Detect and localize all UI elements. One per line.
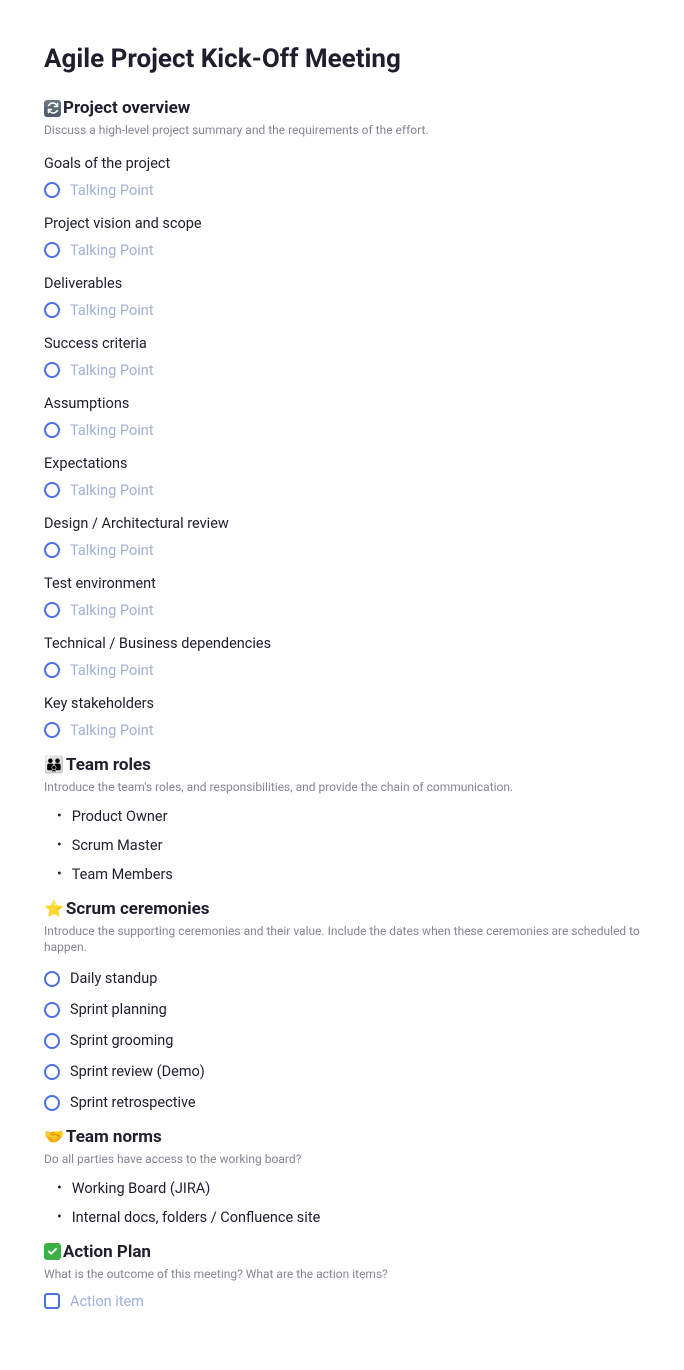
- list-item: Product Owner: [44, 808, 640, 825]
- overview-subheading: Success criteria: [44, 335, 640, 352]
- section-team-norms-desc: Do all parties have access to the workin…: [44, 1151, 640, 1168]
- radio-icon[interactable]: [44, 182, 60, 198]
- checkbox-icon[interactable]: [44, 1293, 60, 1309]
- star-icon: ⭐: [44, 901, 64, 917]
- overview-subheading: Goals of the project: [44, 155, 640, 172]
- section-ceremonies-header: ⭐ Scrum ceremonies: [44, 899, 640, 919]
- overview-subheading: Technical / Business dependencies: [44, 635, 640, 652]
- talking-point-placeholder[interactable]: Talking Point: [70, 182, 154, 199]
- list-item: Working Board (JIRA): [44, 1180, 640, 1197]
- section-overview-desc: Discuss a high-level project summary and…: [44, 122, 640, 139]
- radio-icon[interactable]: [44, 602, 60, 618]
- check-icon: [44, 1243, 61, 1260]
- talking-point-placeholder[interactable]: Talking Point: [70, 602, 154, 619]
- ceremony-row[interactable]: Sprint grooming: [44, 1032, 640, 1049]
- overview-subheading: Key stakeholders: [44, 695, 640, 712]
- team-norms-list: Working Board (JIRA) Internal docs, folde…: [44, 1180, 640, 1226]
- radio-icon[interactable]: [44, 1033, 60, 1049]
- overview-subheading: Project vision and scope: [44, 215, 640, 232]
- list-item: Scrum Master: [44, 837, 640, 854]
- family-icon: 👪: [44, 757, 64, 773]
- talking-point-row[interactable]: Talking Point: [44, 362, 640, 379]
- list-item: Internal docs, folders / Confluence site: [44, 1209, 640, 1226]
- section-action-plan-header: Action Plan: [44, 1242, 640, 1262]
- overview-subheading: Expectations: [44, 455, 640, 472]
- action-item-row[interactable]: Action item: [44, 1293, 640, 1310]
- talking-point-row[interactable]: Talking Point: [44, 722, 640, 739]
- team-roles-list: Product Owner Scrum Master Team Members: [44, 808, 640, 883]
- ceremony-label: Daily standup: [70, 970, 157, 987]
- overview-subheading: Deliverables: [44, 275, 640, 292]
- section-ceremonies-title: Scrum ceremonies: [66, 899, 210, 919]
- talking-point-row[interactable]: Talking Point: [44, 242, 640, 259]
- talking-point-placeholder[interactable]: Talking Point: [70, 242, 154, 259]
- talking-point-placeholder[interactable]: Talking Point: [70, 542, 154, 559]
- radio-icon[interactable]: [44, 362, 60, 378]
- overview-subheading: Test environment: [44, 575, 640, 592]
- section-action-plan-desc: What is the outcome of this meeting? Wha…: [44, 1266, 640, 1283]
- radio-icon[interactable]: [44, 722, 60, 738]
- talking-point-placeholder[interactable]: Talking Point: [70, 722, 154, 739]
- radio-icon[interactable]: [44, 971, 60, 987]
- radio-icon[interactable]: [44, 662, 60, 678]
- talking-point-row[interactable]: Talking Point: [44, 482, 640, 499]
- talking-point-row[interactable]: Talking Point: [44, 182, 640, 199]
- radio-icon[interactable]: [44, 1064, 60, 1080]
- radio-icon[interactable]: [44, 542, 60, 558]
- radio-icon[interactable]: [44, 1095, 60, 1111]
- section-team-norms-title: Team norms: [66, 1127, 162, 1147]
- talking-point-placeholder[interactable]: Talking Point: [70, 302, 154, 319]
- radio-icon[interactable]: [44, 1002, 60, 1018]
- talking-point-row[interactable]: Talking Point: [44, 302, 640, 319]
- radio-icon[interactable]: [44, 482, 60, 498]
- radio-icon[interactable]: [44, 422, 60, 438]
- section-team-roles-header: 👪 Team roles: [44, 755, 640, 775]
- talking-point-row[interactable]: Talking Point: [44, 662, 640, 679]
- section-overview-title: Project overview: [63, 98, 190, 118]
- talking-point-row[interactable]: Talking Point: [44, 602, 640, 619]
- section-team-roles-title: Team roles: [66, 755, 151, 775]
- list-item: Team Members: [44, 866, 640, 883]
- handshake-icon: 🤝: [44, 1129, 64, 1145]
- ceremony-label: Sprint review (Demo): [70, 1063, 205, 1080]
- section-overview-header: Project overview: [44, 98, 640, 118]
- talking-point-placeholder[interactable]: Talking Point: [70, 482, 154, 499]
- talking-point-row[interactable]: Talking Point: [44, 422, 640, 439]
- overview-subheading: Assumptions: [44, 395, 640, 412]
- refresh-icon: [44, 100, 61, 117]
- talking-point-row[interactable]: Talking Point: [44, 542, 640, 559]
- talking-point-placeholder[interactable]: Talking Point: [70, 422, 154, 439]
- section-team-norms-header: 🤝 Team norms: [44, 1127, 640, 1147]
- overview-subheading: Design / Architectural review: [44, 515, 640, 532]
- section-action-plan-title: Action Plan: [63, 1242, 151, 1262]
- ceremony-label: Sprint retrospective: [70, 1094, 196, 1111]
- talking-point-placeholder[interactable]: Talking Point: [70, 662, 154, 679]
- action-item-placeholder[interactable]: Action item: [70, 1293, 144, 1310]
- ceremony-row[interactable]: Daily standup: [44, 970, 640, 987]
- radio-icon[interactable]: [44, 242, 60, 258]
- ceremony-label: Sprint planning: [70, 1001, 167, 1018]
- ceremony-label: Sprint grooming: [70, 1032, 173, 1049]
- ceremony-row[interactable]: Sprint review (Demo): [44, 1063, 640, 1080]
- ceremony-row[interactable]: Sprint retrospective: [44, 1094, 640, 1111]
- radio-icon[interactable]: [44, 302, 60, 318]
- section-ceremonies-desc: Introduce the supporting ceremonies and …: [44, 923, 640, 957]
- section-team-roles-desc: Introduce the team's roles, and responsi…: [44, 779, 640, 796]
- talking-point-placeholder[interactable]: Talking Point: [70, 362, 154, 379]
- page-title: Agile Project Kick-Off Meeting: [44, 44, 640, 74]
- ceremony-row[interactable]: Sprint planning: [44, 1001, 640, 1018]
